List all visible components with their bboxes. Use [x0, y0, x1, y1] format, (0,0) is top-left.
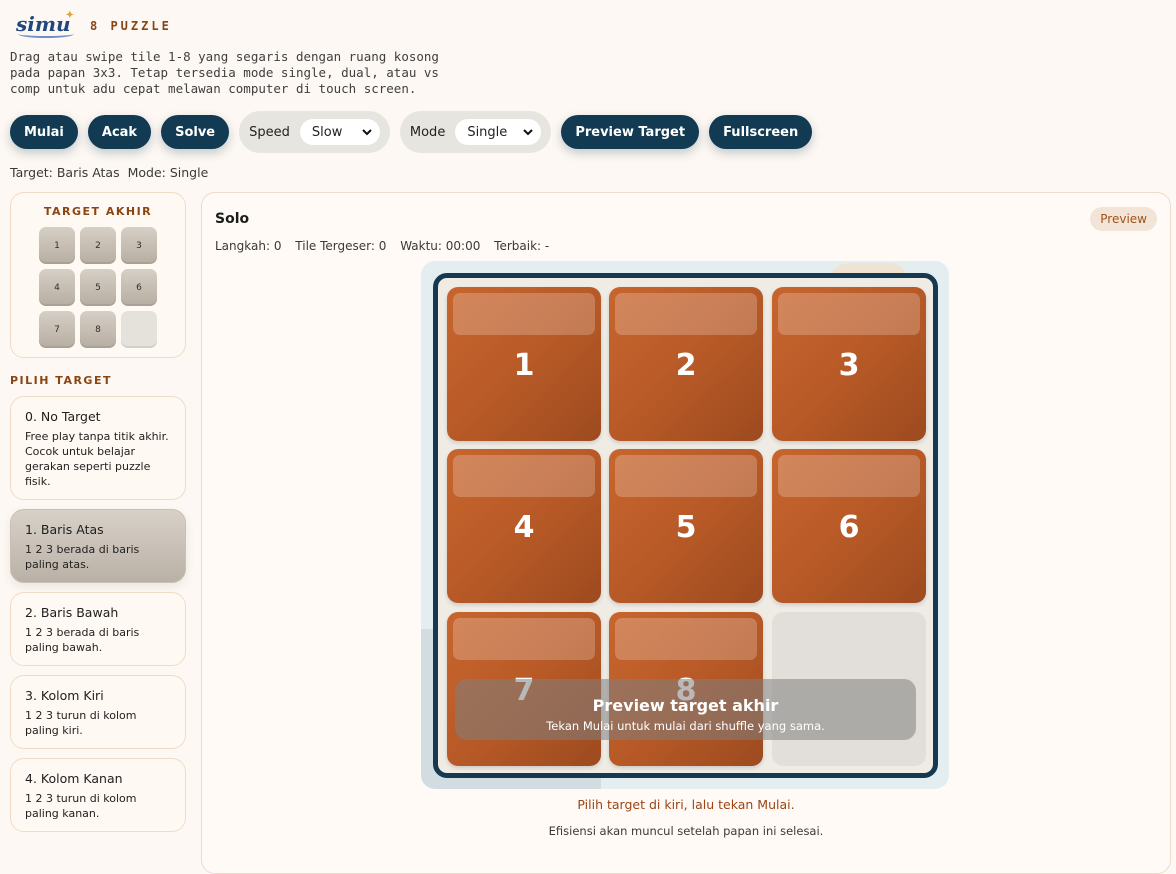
- puzzle-tile[interactable]: 6: [772, 449, 926, 603]
- target-option-desc: 1 2 3 berada di baris paling bawah.: [25, 626, 140, 654]
- mode-label: Mode: [409, 124, 446, 140]
- chevron-down-icon: [362, 129, 372, 136]
- target-option-desc: Free play tanpa titik akhir. Cocok untuk…: [25, 430, 169, 488]
- app-header: simu ✦ 8 PUZZLE: [16, 10, 172, 40]
- speed-value: Slow: [311, 124, 343, 140]
- status-line: Target: Baris Atas Mode: Single: [10, 165, 208, 180]
- target-option-desc: 1 2 3 turun di kolom paling kiri.: [25, 709, 137, 737]
- app-title: 8 PUZZLE: [90, 19, 172, 33]
- target-mini-grid: 1 2 3 4 5 6 7 8: [39, 227, 157, 348]
- simu-logo: simu ✦: [16, 10, 74, 40]
- stat-best: Terbaik: -: [494, 239, 550, 253]
- target-option-kolom-kiri[interactable]: 3. Kolom Kiri 1 2 3 turun di kolom palin…: [10, 675, 186, 749]
- tile-shine: [778, 293, 920, 335]
- chevron-down-icon: [523, 129, 534, 136]
- target-option-no-target[interactable]: 0. No Target Free play tanpa titik akhir…: [10, 396, 186, 500]
- game-panel: Solo Preview Langkah: 0 Tile Tergeser: 0…: [201, 192, 1171, 874]
- target-option-title: 3. Kolom Kiri: [25, 688, 104, 703]
- tile-number: 2: [675, 347, 697, 383]
- tile-number: 5: [675, 509, 697, 545]
- preview-target-button[interactable]: Preview Target: [561, 115, 700, 149]
- target-option-kolom-kanan[interactable]: 4. Kolom Kanan 1 2 3 turun di kolom pali…: [10, 758, 186, 832]
- tile-shine: [615, 618, 757, 660]
- description: Drag atau swipe tile 1-8 yang segaris de…: [10, 49, 439, 96]
- mini-tile: 8: [80, 311, 116, 348]
- tile-shine: [453, 618, 595, 660]
- target-option-title: 4. Kolom Kanan: [25, 771, 123, 786]
- target-option-desc: 1 2 3 turun di kolom paling kanan.: [25, 792, 137, 820]
- tile-shine: [615, 455, 757, 497]
- target-option-baris-atas[interactable]: 1. Baris Atas 1 2 3 berada di baris pali…: [10, 509, 186, 583]
- stats-bar: Langkah: 0 Tile Tergeser: 0 Waktu: 00:00…: [215, 239, 559, 253]
- solve-button[interactable]: Solve: [161, 115, 230, 149]
- target-option-title: 2. Baris Bawah: [25, 605, 119, 620]
- puzzle-tile[interactable]: 3: [772, 287, 926, 441]
- overlay-subtitle: Tekan Mulai untuk mulai dari shuffle yan…: [546, 719, 825, 733]
- tile-shine: [778, 455, 920, 497]
- target-preview-title: TARGET AKHIR: [43, 205, 153, 218]
- toolbar: Mulai Acak Solve Speed Slow Mode Single …: [10, 111, 813, 153]
- hint-text: Pilih target di kiri, lalu tekan Mulai.: [577, 797, 795, 812]
- tile-number: 4: [513, 509, 535, 545]
- fullscreen-button[interactable]: Fullscreen: [709, 115, 813, 149]
- target-option-title: 1. Baris Atas: [25, 522, 104, 537]
- preview-overlay: Preview target akhir Tekan Mulai untuk m…: [455, 679, 916, 740]
- mini-tile-empty: [121, 311, 157, 348]
- preview-badge: Preview: [1090, 207, 1157, 231]
- mode-value: Single: [467, 124, 508, 140]
- star-icon: ✦: [65, 10, 74, 21]
- target-option-baris-bawah[interactable]: 2. Baris Bawah 1 2 3 berada di baris pal…: [10, 592, 186, 666]
- tile-shine: [453, 293, 595, 335]
- panel-title: Solo: [215, 211, 250, 227]
- puzzle-tile[interactable]: 2: [609, 287, 763, 441]
- logo-swoosh: [18, 30, 74, 38]
- target-list-title: PILIH TARGET: [10, 374, 112, 387]
- speed-select[interactable]: Slow: [299, 119, 380, 145]
- tile-number: 3: [838, 347, 860, 383]
- overlay-title: Preview target akhir: [592, 696, 779, 715]
- puzzle-tile[interactable]: 4: [447, 449, 601, 603]
- status-mode: Mode: Single: [127, 165, 209, 180]
- speed-control: Speed Slow: [239, 111, 390, 153]
- mini-tile: 6: [121, 269, 157, 306]
- target-list: 0. No Target Free play tanpa titik akhir…: [10, 396, 186, 841]
- target-preview-card: TARGET AKHIR 1 2 3 4 5 6 7 8: [10, 192, 186, 358]
- puzzle-tile[interactable]: 5: [609, 449, 763, 603]
- stat-moves: Langkah: 0: [215, 239, 282, 253]
- tile-number: 1: [513, 347, 535, 383]
- speed-label: Speed: [249, 124, 290, 140]
- mini-tile: 1: [39, 227, 75, 264]
- target-option-title: 0. No Target: [25, 409, 101, 424]
- shuffle-button[interactable]: Acak: [87, 115, 152, 149]
- mini-tile: 7: [39, 311, 75, 348]
- mini-tile: 3: [121, 227, 157, 264]
- puzzle-tile[interactable]: 1: [447, 287, 601, 441]
- mini-tile: 4: [39, 269, 75, 306]
- stat-time: Waktu: 00:00: [400, 239, 481, 253]
- mini-tile: 2: [80, 227, 116, 264]
- stat-shifted: Tile Tergeser: 0: [295, 239, 387, 253]
- tile-shine: [453, 455, 595, 497]
- target-option-desc: 1 2 3 berada di baris paling atas.: [25, 543, 140, 571]
- mode-select[interactable]: Single: [455, 119, 542, 145]
- start-button[interactable]: Mulai: [10, 115, 78, 149]
- tile-shine: [615, 293, 757, 335]
- tile-number: 6: [838, 509, 860, 545]
- mini-tile: 5: [80, 269, 116, 306]
- efficiency-text: Efisiensi akan muncul setelah papan ini …: [548, 824, 824, 838]
- status-target: Target: Baris Atas: [10, 165, 120, 180]
- mode-control: Mode Single: [399, 111, 552, 153]
